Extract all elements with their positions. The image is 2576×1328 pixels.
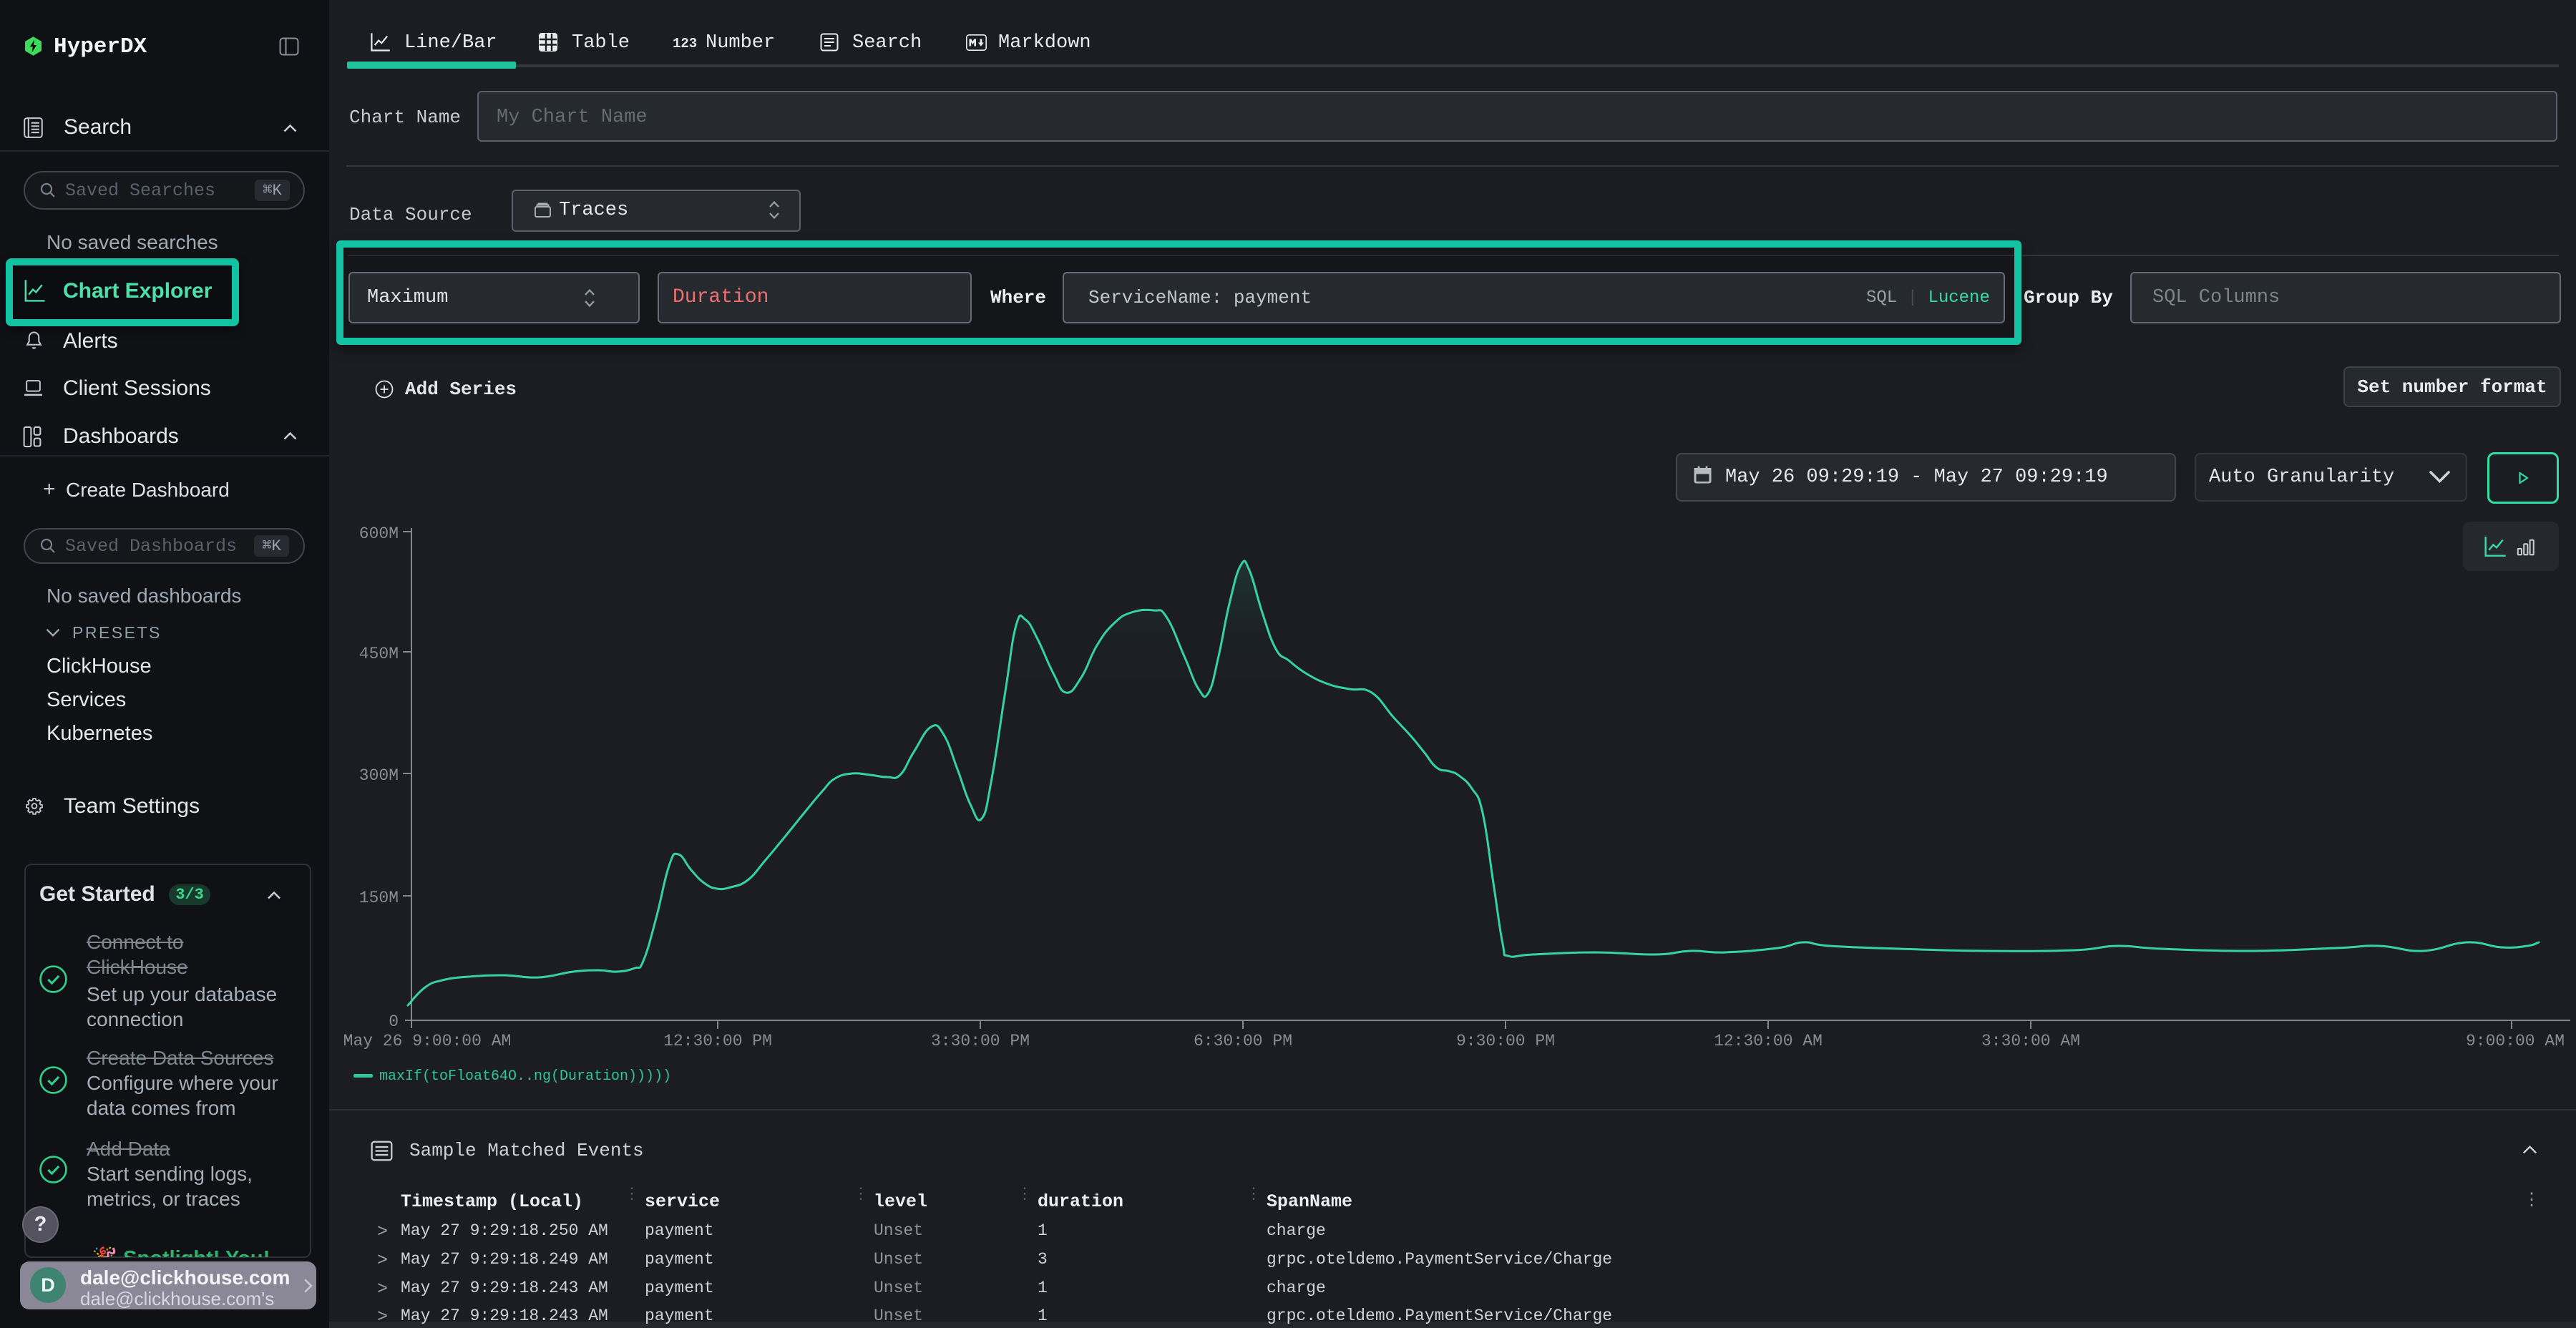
svg-text:9:00:00 AM: 9:00:00 AM	[2466, 1032, 2565, 1050]
svg-text:6:30:00 PM: 6:30:00 PM	[1194, 1032, 1292, 1050]
svg-text:12:30:00 PM: 12:30:00 PM	[663, 1032, 772, 1050]
svg-text:300M: 300M	[359, 766, 399, 785]
svg-text:0: 0	[389, 1012, 399, 1031]
svg-text:600M: 600M	[359, 524, 399, 543]
svg-text:9:30:00 PM: 9:30:00 PM	[1456, 1032, 1555, 1050]
svg-text:3:30:00 PM: 3:30:00 PM	[931, 1032, 1030, 1050]
svg-text:3:30:00 AM: 3:30:00 AM	[1981, 1032, 2080, 1050]
svg-text:May 26 9:00:00 AM: May 26 9:00:00 AM	[343, 1032, 512, 1050]
svg-text:450M: 450M	[359, 645, 399, 663]
svg-text:150M: 150M	[359, 889, 399, 907]
svg-text:12:30:00 AM: 12:30:00 AM	[1714, 1032, 1823, 1050]
